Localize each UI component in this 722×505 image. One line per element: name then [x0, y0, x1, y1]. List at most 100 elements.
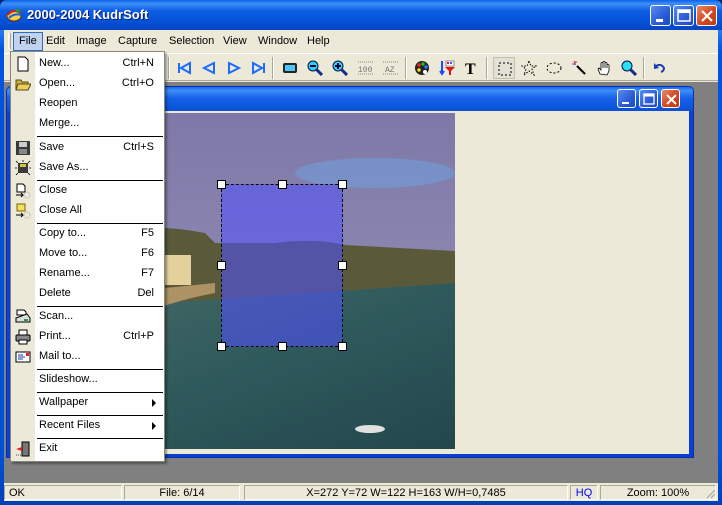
- status-file-counter: File: 6/14: [124, 485, 240, 500]
- menu-item-rename[interactable]: Rename... F7: [11, 264, 164, 284]
- selection-rectangle[interactable]: [221, 184, 343, 347]
- image-maximize-button[interactable]: [639, 89, 658, 108]
- menu-help[interactable]: Help: [302, 32, 335, 51]
- zoom-out-button[interactable]: [304, 57, 326, 79]
- minimize-button[interactable]: [650, 5, 671, 26]
- menu-item-wallpaper[interactable]: Wallpaper: [11, 393, 164, 413]
- menu-capture[interactable]: Capture: [113, 32, 162, 51]
- sort-button[interactable]: AZ: [379, 57, 401, 79]
- menu-selection[interactable]: Selection: [164, 32, 219, 51]
- menu-file[interactable]: File: [13, 32, 43, 51]
- filter-button[interactable]: [436, 57, 458, 79]
- menu-item-label: Open...: [39, 77, 76, 89]
- open-folder-icon: [15, 79, 31, 91]
- selection-handle-top-left[interactable]: [217, 180, 226, 189]
- lasso-select-button[interactable]: [518, 57, 540, 79]
- selection-handle-left[interactable]: [217, 261, 226, 270]
- zoom-tool-button[interactable]: [618, 57, 640, 79]
- menu-item-merge[interactable]: Merge...: [11, 114, 164, 134]
- selection-handle-right[interactable]: [338, 261, 347, 270]
- menu-item-label: Move to...: [39, 247, 88, 259]
- menu-item-label: Mail to...: [39, 350, 81, 362]
- menu-view[interactable]: View: [218, 32, 252, 51]
- previous-image-button[interactable]: [198, 57, 220, 79]
- maximize-icon: [677, 9, 691, 22]
- menu-item-shortcut: F6: [141, 247, 154, 259]
- magic-wand-button[interactable]: [568, 57, 590, 79]
- zoom-in-button[interactable]: [329, 57, 351, 79]
- first-icon: [178, 61, 191, 75]
- menu-item-reopen[interactable]: Reopen: [11, 94, 164, 114]
- menu-item-label: Exit: [39, 442, 58, 454]
- undo-button[interactable]: [649, 57, 671, 79]
- menubar-grip[interactable]: [8, 33, 11, 49]
- menu-item-mail-to[interactable]: Mail to...: [11, 347, 164, 367]
- menu-item-new[interactable]: New... Ctrl+N: [11, 54, 164, 74]
- menu-item-recent-files[interactable]: Recent Files: [11, 416, 164, 436]
- selection-handle-bottom-right[interactable]: [338, 342, 347, 351]
- toolbar-separator: [643, 57, 645, 79]
- save-icon: [16, 141, 30, 155]
- image-close-button[interactable]: [661, 89, 680, 108]
- filter-icon: [439, 60, 455, 76]
- ellipse-select-button[interactable]: [543, 57, 565, 79]
- menu-window[interactable]: Window: [253, 32, 302, 51]
- menu-item-label: Reopen: [39, 97, 78, 109]
- ellipse-select-icon: [546, 62, 562, 74]
- menu-item-save[interactable]: Save Ctrl+S: [11, 138, 164, 158]
- last-image-button[interactable]: [248, 57, 270, 79]
- menu-image[interactable]: Image: [71, 32, 112, 51]
- menu-item-label: Save: [39, 141, 65, 153]
- submenu-arrow-icon: [152, 399, 156, 407]
- status-quality-badge[interactable]: HQ: [570, 485, 598, 500]
- menu-item-label: New...: [39, 57, 70, 69]
- close-button[interactable]: [696, 5, 717, 26]
- scanner-icon: [15, 309, 31, 323]
- selection-handle-bottom[interactable]: [278, 342, 287, 351]
- svg-text:T: T: [465, 61, 476, 76]
- first-image-button[interactable]: [173, 57, 195, 79]
- title-bar[interactable]: 2000-2004 KudrSoft: [0, 0, 722, 30]
- menu-item-exit[interactable]: Exit: [11, 439, 164, 459]
- menu-item-copy-to[interactable]: Copy to... F5: [11, 224, 164, 244]
- zoom-in-icon: [332, 60, 348, 76]
- menu-item-label: Rename...: [39, 267, 90, 279]
- actual-size-button[interactable]: 100: [354, 57, 376, 79]
- menu-item-move-to[interactable]: Move to... F6: [11, 244, 164, 264]
- menu-item-label: Scan...: [39, 310, 74, 322]
- menu-item-delete[interactable]: Delete Del: [11, 284, 164, 304]
- menu-item-label: Print...: [39, 330, 71, 342]
- selection-handle-top[interactable]: [278, 180, 287, 189]
- maximize-button[interactable]: [673, 5, 694, 26]
- colors-button[interactable]: [411, 57, 433, 79]
- text-icon: T: [465, 61, 476, 76]
- submenu-arrow-icon: [152, 422, 156, 430]
- hand-button[interactable]: [593, 57, 615, 79]
- text-button[interactable]: T: [460, 57, 482, 79]
- selection-handle-bottom-left[interactable]: [217, 342, 226, 351]
- menu-item-close-all[interactable]: Close All: [11, 201, 164, 221]
- magnifier-icon: [621, 60, 637, 76]
- status-selection-coords: X=272 Y=72 W=122 H=163 W/H=0,7485: [244, 485, 568, 500]
- selection-handle-top-right[interactable]: [338, 180, 347, 189]
- next-icon: [228, 61, 242, 75]
- mail-icon: [15, 351, 31, 363]
- menu-item-shortcut: Del: [137, 287, 154, 299]
- menu-item-close[interactable]: Close: [11, 181, 164, 201]
- menu-item-shortcut: Ctrl+S: [123, 141, 154, 153]
- next-image-button[interactable]: [223, 57, 245, 79]
- image-minimize-button[interactable]: [617, 89, 636, 108]
- fit-window-icon: [283, 63, 297, 73]
- menu-item-print[interactable]: Print... Ctrl+P: [11, 327, 164, 347]
- menu-edit[interactable]: Edit: [41, 32, 70, 51]
- menu-item-save-as[interactable]: Save As...: [11, 158, 164, 178]
- fit-window-button[interactable]: [279, 57, 301, 79]
- rect-select-button[interactable]: [493, 57, 515, 79]
- menu-item-scan[interactable]: Scan...: [11, 307, 164, 327]
- menu-bar: File Edit Image Capture Selection View W…: [4, 30, 718, 52]
- menu-item-slideshow[interactable]: Slideshow...: [11, 370, 164, 390]
- resize-grip-icon[interactable]: [704, 487, 716, 499]
- menu-item-shortcut: Ctrl+N: [122, 57, 154, 69]
- menu-item-open[interactable]: Open... Ctrl+O: [11, 74, 164, 94]
- close-icon: [666, 94, 677, 105]
